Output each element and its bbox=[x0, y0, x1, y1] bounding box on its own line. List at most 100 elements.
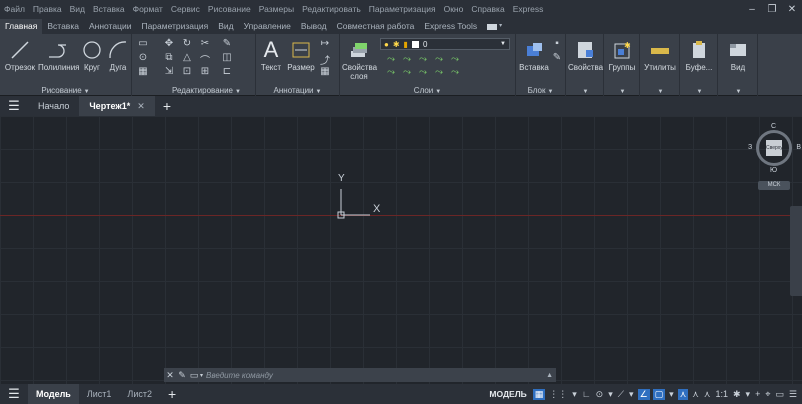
viewcube-west[interactable]: З bbox=[748, 144, 752, 151]
menu-file[interactable]: Файл bbox=[0, 4, 29, 14]
groups-dropdown[interactable]: ▼ bbox=[604, 86, 639, 95]
tab-parametric[interactable]: Параметризация bbox=[136, 19, 213, 34]
layer-properties-tool[interactable]: Свойства слоя bbox=[342, 38, 377, 81]
grid-icon[interactable]: ▦ bbox=[532, 388, 546, 400]
wrench-icon[interactable]: ✎ bbox=[176, 370, 188, 381]
menu-format[interactable]: Формат bbox=[129, 4, 167, 14]
mtext-icon[interactable]: ⤴ bbox=[318, 52, 332, 67]
explode-icon[interactable]: ◫ bbox=[220, 52, 234, 63]
hamburger-menu-icon[interactable]: ☰ bbox=[0, 386, 28, 402]
object-snap-tracking-icon[interactable]: ∠ bbox=[637, 388, 650, 400]
annotation-scale-value[interactable]: 1:1 bbox=[714, 389, 729, 399]
tab-home[interactable]: Главная bbox=[0, 19, 43, 34]
dimension-tool[interactable]: Размер bbox=[286, 38, 316, 72]
annotation-scale-icon[interactable]: ⋏ bbox=[703, 389, 712, 400]
arc-tool[interactable]: Дуга bbox=[106, 38, 130, 72]
line-tool[interactable]: Отрезок bbox=[4, 38, 36, 72]
tab-drawing[interactable]: Чертеж1* ✕ bbox=[79, 96, 155, 116]
fillet-icon[interactable]: ⌒ bbox=[198, 52, 212, 67]
command-history-icon[interactable]: ▭ bbox=[188, 370, 200, 381]
block-create-icon[interactable]: ▪ bbox=[550, 38, 564, 49]
plus-icon[interactable]: + bbox=[754, 389, 761, 399]
hamburger-menu-icon[interactable]: ☰ bbox=[0, 98, 28, 114]
tab-output[interactable]: Вывод bbox=[296, 19, 332, 34]
erase-icon[interactable]: ✎ bbox=[220, 38, 234, 49]
auto-scale-icon[interactable]: ⋏ bbox=[691, 389, 700, 400]
ribbon-options-button[interactable]: ▾ bbox=[482, 19, 507, 34]
groups-tool[interactable]: ✱ Группы bbox=[606, 38, 638, 72]
properties-dropdown[interactable]: ▼ bbox=[566, 86, 603, 95]
tab-insert[interactable]: Вставка bbox=[42, 19, 84, 34]
utilities-dropdown[interactable]: ▼ bbox=[640, 86, 679, 95]
viewcube-top-face[interactable]: Сверху bbox=[766, 140, 783, 156]
scale-icon[interactable]: ⊡ bbox=[180, 66, 194, 77]
command-input[interactable]: Введите команду bbox=[203, 371, 546, 380]
new-layout-button[interactable]: + bbox=[160, 386, 184, 402]
rectangle-icon[interactable]: ▭ bbox=[136, 38, 150, 49]
menu-dimension[interactable]: Размеры bbox=[255, 4, 298, 14]
layer-tool-icon[interactable]: ⤳ bbox=[432, 54, 446, 65]
offset-icon[interactable]: ⊏ bbox=[220, 66, 234, 77]
layer-tool-icon[interactable]: ⤳ bbox=[384, 67, 398, 78]
menu-view[interactable]: Вид bbox=[66, 4, 89, 14]
gear-icon[interactable]: ✱ bbox=[732, 389, 742, 400]
block-edit-icon[interactable]: ✎ bbox=[550, 52, 564, 63]
viewcube[interactable]: С З В Ю Сверху МСК bbox=[748, 123, 801, 194]
annotation-visibility-icon[interactable]: ⋏ bbox=[677, 388, 689, 400]
viewcube-east[interactable]: В bbox=[796, 144, 801, 151]
layer-tool-icon[interactable]: ⤳ bbox=[400, 67, 414, 78]
layer-tool-icon[interactable]: ⤳ bbox=[416, 54, 430, 65]
tab-layout2[interactable]: Лист2 bbox=[119, 384, 160, 404]
viewcube-south[interactable]: Ю bbox=[770, 167, 777, 174]
menu-draw[interactable]: Рисование bbox=[204, 4, 255, 14]
view-tool[interactable]: Вид bbox=[720, 38, 756, 72]
properties-tool[interactable]: Свойства bbox=[568, 38, 603, 72]
copy-icon[interactable]: ⧉ bbox=[162, 52, 176, 63]
mirror-icon[interactable]: △ bbox=[180, 52, 194, 63]
polyline-tool[interactable]: Полилиния bbox=[38, 38, 80, 72]
chevron-down-icon[interactable]: ▾ bbox=[571, 389, 578, 400]
snap-icon[interactable]: ⋮⋮ bbox=[548, 389, 568, 400]
annotation-section-title[interactable]: Аннотации ▼ bbox=[256, 86, 339, 95]
menu-insert[interactable]: Вставка bbox=[89, 4, 129, 14]
navigation-bar[interactable] bbox=[790, 206, 802, 296]
insert-block-tool[interactable]: Вставка bbox=[518, 38, 550, 72]
wcs-menu[interactable]: МСК bbox=[758, 181, 790, 190]
hatch-icon[interactable]: ▦ bbox=[136, 66, 150, 77]
tab-manage[interactable]: Управление bbox=[239, 19, 296, 34]
layer-tool-icon[interactable]: ⤳ bbox=[416, 67, 430, 78]
utilities-tool[interactable]: Утилиты bbox=[642, 38, 678, 72]
move-icon[interactable]: ✥ bbox=[162, 38, 176, 49]
trim-icon[interactable]: ✂ bbox=[198, 38, 212, 49]
tab-layout1[interactable]: Лист1 bbox=[79, 384, 120, 404]
customize-menu-icon[interactable]: ☰ bbox=[788, 389, 798, 400]
leader-icon[interactable]: ↦ bbox=[318, 38, 332, 49]
maximize-button[interactable]: ❐ bbox=[762, 4, 782, 15]
clipboard-tool[interactable]: Буфе... bbox=[682, 38, 716, 72]
menu-window[interactable]: Окно bbox=[440, 4, 468, 14]
new-tab-button[interactable]: + bbox=[155, 98, 179, 114]
close-button[interactable]: ✕ bbox=[782, 4, 802, 15]
layer-tool-icon[interactable]: ⤳ bbox=[448, 67, 462, 78]
table-icon[interactable]: ▦ bbox=[318, 66, 332, 77]
menu-parametric[interactable]: Параметризация bbox=[365, 4, 440, 14]
minimize-button[interactable]: – bbox=[742, 4, 762, 15]
stretch-icon[interactable]: ⇲ bbox=[162, 66, 176, 77]
modify-section-title[interactable]: Редактирование ▼ bbox=[158, 86, 255, 95]
isodraft-icon[interactable]: ⟋ bbox=[617, 389, 625, 400]
layer-tool-icon[interactable]: ⤳ bbox=[400, 54, 414, 65]
draw-section-title[interactable]: Рисование ▼ bbox=[0, 86, 131, 95]
layer-tool-icon[interactable]: ⤳ bbox=[432, 67, 446, 78]
drawing-canvas[interactable]: Y X С З В Ю Сверху МСК bbox=[0, 116, 802, 384]
close-tab-icon[interactable]: ✕ bbox=[137, 101, 145, 111]
layer-dropdown[interactable]: ● ✱ ▮ 0 ▼ bbox=[380, 38, 510, 50]
layer-tool-icon[interactable]: ⤳ bbox=[448, 54, 462, 65]
layer-tool-icon[interactable]: ⤳ bbox=[384, 54, 398, 65]
tab-collaborate[interactable]: Совместная работа bbox=[332, 19, 420, 34]
ellipse-icon[interactable]: ⊙ bbox=[136, 52, 150, 63]
circle-tool[interactable]: Круг bbox=[80, 38, 104, 72]
clipboard-dropdown[interactable]: ▼ bbox=[680, 86, 717, 95]
layers-section-title[interactable]: Слои ▼ bbox=[340, 86, 515, 95]
menu-edit[interactable]: Правка bbox=[29, 4, 66, 14]
isolate-objects-icon[interactable]: ⌖ bbox=[764, 389, 771, 400]
